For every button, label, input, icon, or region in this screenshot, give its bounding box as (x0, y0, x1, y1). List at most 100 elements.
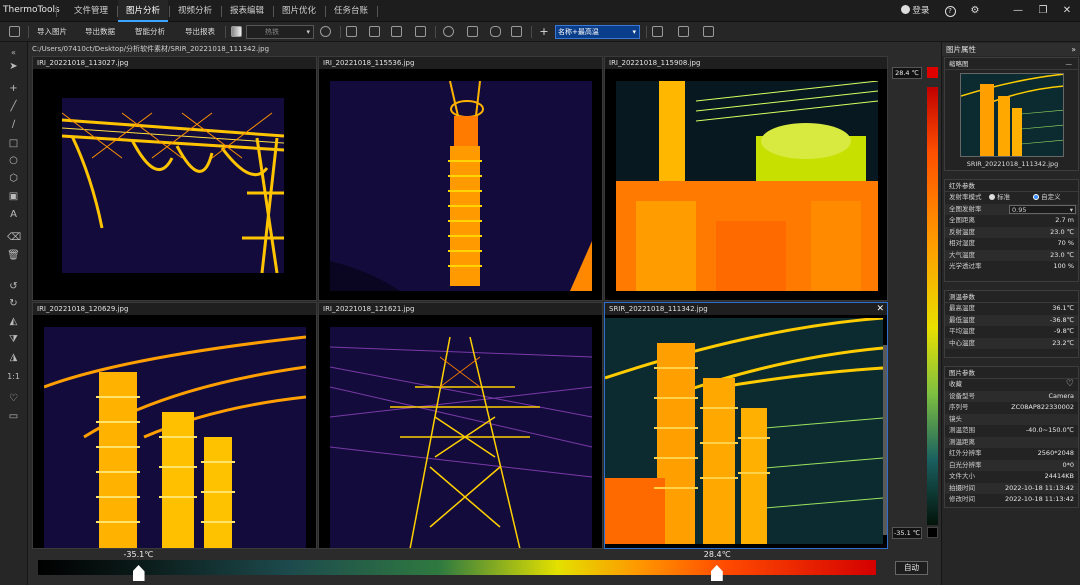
point-tool-icon[interactable]: + (7, 82, 20, 95)
title-bar: ThermoTools 文件管理 图片分析 视频分析 报表编辑 图片优化 任务台… (0, 0, 1080, 22)
settings-point-icon[interactable] (703, 26, 714, 37)
bar-chart-icon[interactable] (346, 26, 357, 37)
layers-icon[interactable] (415, 26, 426, 37)
login-button[interactable]: 登录 (898, 0, 932, 22)
panel-title: IRI_20221018_121621.jpg (319, 303, 602, 315)
camera-icon[interactable] (511, 26, 522, 37)
scale-max-value[interactable]: 28.4 ℃ (892, 67, 922, 79)
temperature-range-bar[interactable] (38, 560, 876, 575)
close-icon[interactable]: ✕ (1060, 0, 1074, 22)
info-row: 拍摄时间 2022-10-18 11:13:42 (945, 482, 1078, 494)
scale-min-value[interactable]: -35.1 ℃ (892, 527, 922, 539)
param-row[interactable]: 大气温度 23.0 ℃ (945, 249, 1078, 261)
image-panel[interactable]: IRI_20221018_113027.jpg (32, 56, 317, 301)
favorite-icon[interactable]: ♡ (7, 392, 20, 405)
param-row[interactable]: 光学透过率 100 % (945, 261, 1078, 273)
image-panel[interactable]: IRI_20221018_121621.jpg (318, 302, 603, 549)
param-row[interactable]: 相对湿度 70 % (945, 238, 1078, 250)
save-icon[interactable] (9, 26, 20, 37)
measure-params-section: 测温参数 最高温度 36.1℃ 最低温度 -36.8℃ 平均温度 -9.8℃ 中心温度… (944, 290, 1079, 358)
tab-video-analysis[interactable]: 视频分析 (170, 0, 220, 22)
thermal-image (33, 315, 316, 548)
range-min-label: -35.1℃ (123, 550, 154, 559)
emissivity-select[interactable]: 0.95 ▾ (1009, 204, 1076, 214)
scale-max-swatch (927, 67, 938, 78)
region-label-select[interactable]: 名称+最高温 ▾ (555, 25, 640, 39)
palette-swatch-icon[interactable] (231, 26, 242, 37)
image-panel-active[interactable]: SRIR_20221018_111342.jpg ✕ (604, 302, 888, 549)
mirror-icon[interactable]: ◮ (7, 351, 20, 364)
tab-image-optimize[interactable]: 图片优化 (274, 0, 324, 22)
microphone-icon[interactable] (490, 26, 501, 37)
flip-horizontal-icon[interactable]: ◭ (7, 315, 20, 328)
chevron-down-icon: ▾ (1069, 205, 1073, 214)
fullframe-tool-icon[interactable]: ▣ (7, 190, 20, 203)
thermal-image (319, 69, 602, 300)
pointer-icon[interactable]: ➤ (7, 60, 20, 73)
thumbnail-section: 缩略图 — SRIR_20221018_111342.jpg (944, 57, 1079, 171)
collapse-icon[interactable]: » (1071, 43, 1076, 56)
info-row: 白光分辨率 0*0 (945, 459, 1078, 471)
circle-tool-icon[interactable]: ○ (7, 154, 20, 167)
tab-report-edit[interactable]: 报表编辑 (222, 0, 272, 22)
polyline-tool-icon[interactable]: ∕ (7, 118, 20, 131)
collapse-icon[interactable]: — (1066, 58, 1073, 70)
tab-task-ledger[interactable]: 任务台账 (326, 0, 376, 22)
contrast-icon[interactable] (320, 26, 331, 37)
tab-file-management[interactable]: 文件管理 (66, 0, 116, 22)
line-chart-icon[interactable] (369, 26, 380, 37)
chevron-down-icon: ▾ (306, 28, 310, 36)
expand-icon[interactable]: « (7, 46, 20, 59)
auto-range-button[interactable]: 自动 (895, 561, 928, 575)
image-panel[interactable]: IRI_20221018_115536.jpg (318, 56, 603, 301)
image-panel[interactable]: IRI_20221018_115908.jpg (604, 56, 888, 301)
range-max-label: 28.4℃ (703, 550, 731, 559)
temp-row: 最低温度 -36.8℃ (945, 314, 1078, 326)
radio-standard[interactable]: 标准 (989, 192, 1010, 204)
delete-icon[interactable]: 🗑 (7, 249, 20, 262)
edit-icon[interactable] (467, 26, 478, 37)
polygon-tool-icon[interactable]: ⬡ (7, 172, 20, 185)
param-row[interactable]: 全图距离 2.7 m (945, 215, 1078, 227)
actual-size-icon[interactable]: 1:1 (7, 370, 20, 383)
rectangle-tool-icon[interactable]: □ (7, 137, 20, 150)
close-icon[interactable]: ✕ (876, 304, 884, 314)
target-icon[interactable] (443, 26, 454, 37)
rotate-left-icon[interactable]: ↺ (7, 280, 20, 293)
smart-analysis-button[interactable]: 智能分析 (130, 25, 170, 39)
align-icon[interactable] (678, 26, 689, 37)
add-point-icon[interactable] (652, 26, 663, 37)
login-label: 登录 (912, 6, 930, 16)
help-icon[interactable]: ? (942, 0, 958, 22)
section-title: 图片参数 (945, 367, 1078, 379)
gear-icon[interactable]: ⚙ (967, 0, 983, 22)
tower-structure-graphic (62, 112, 284, 273)
eraser-icon[interactable]: ⌫ (7, 231, 21, 244)
image-params-section: 图片参数 收藏 ♡ 设备型号 Camera 序列号 ZC08AP822330002 镜… (944, 366, 1079, 508)
panel-title: SRIR_20221018_111342.jpg (605, 303, 887, 315)
image-panel[interactable]: IRI_20221018_120629.jpg (32, 302, 317, 549)
text-tool-icon[interactable]: A (7, 208, 20, 221)
minimize-icon[interactable]: — (1011, 0, 1025, 22)
separator (646, 26, 647, 38)
heart-icon[interactable]: ♡ (1066, 379, 1074, 391)
thumbnail-image[interactable] (960, 73, 1064, 157)
vertical-scrollbar[interactable] (883, 345, 887, 535)
rotate-right-icon[interactable]: ↻ (7, 297, 20, 310)
flip-vertical-icon[interactable]: ⧩ (7, 333, 20, 346)
line-tool-icon[interactable]: ╱ (7, 100, 20, 113)
radio-custom[interactable]: 自定义 (1033, 192, 1061, 204)
param-row[interactable]: 反射温度 23.0 ℃ (945, 226, 1078, 238)
info-row: 文件大小 24414KB (949, 472, 1074, 480)
palette-select[interactable]: 热铁 ▾ (246, 25, 314, 39)
export-data-button[interactable]: 导出数据 (80, 25, 120, 39)
maximize-icon[interactable]: ❐ (1036, 0, 1050, 22)
crosshair-icon[interactable]: + (536, 25, 552, 39)
vertical-color-scale (927, 87, 938, 525)
export-report-button[interactable]: 导出报表 (180, 25, 220, 39)
tag-icon[interactable]: ▭ (7, 410, 20, 423)
comment-icon[interactable] (391, 26, 402, 37)
import-image-button[interactable]: 导入图片 (33, 25, 71, 39)
tab-image-analysis[interactable]: 图片分析 (118, 0, 168, 22)
panel-title: 图片属性» (942, 43, 1080, 56)
